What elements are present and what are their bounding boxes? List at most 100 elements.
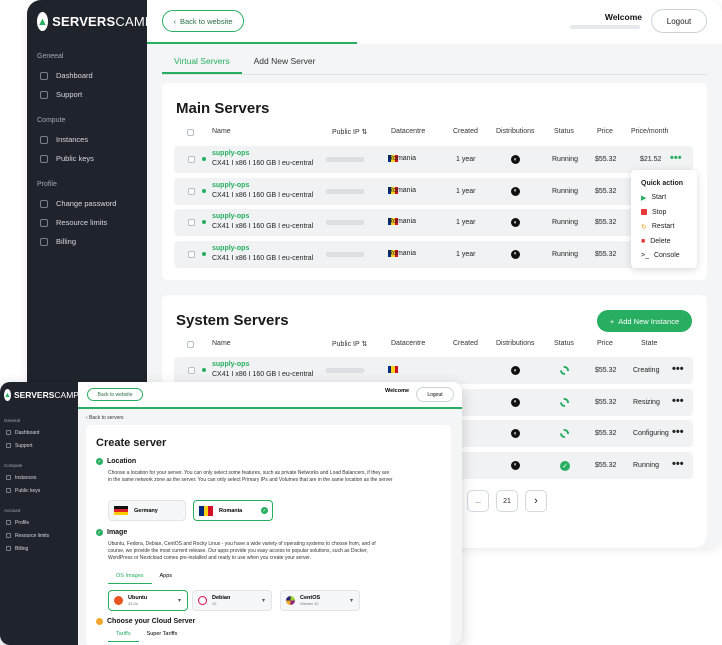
- price: $55.32: [595, 398, 617, 406]
- more-icon[interactable]: •••: [672, 458, 684, 470]
- select-all-system-checkbox[interactable]: [187, 341, 194, 348]
- header-datacentre: Datacentre: [391, 340, 426, 347]
- distribution-icon: ◐: [511, 249, 520, 259]
- header-status: Status: [554, 128, 574, 135]
- table-row[interactable]: supply-ops CX41 I x86 I 160 GB I eu-cent…: [174, 177, 693, 205]
- image-tabs: OS Images Apps: [108, 573, 180, 584]
- server-name[interactable]: supply-ops: [212, 150, 249, 157]
- romania-flag-icon: [388, 366, 398, 373]
- table-row[interactable]: supply-ops CX41 I x86 I 160 GB I eu-cent…: [174, 357, 693, 384]
- pagination-ellipsis[interactable]: ...: [467, 490, 489, 512]
- os-debian[interactable]: Debian 12 ▾: [192, 590, 272, 611]
- tab-tariffs[interactable]: Tariffs: [108, 631, 139, 642]
- sidebar-section-general: Geneeal: [37, 53, 64, 60]
- more-icon[interactable]: •••: [670, 152, 682, 164]
- server-spec: CX41 I x86 I 160 GB I eu-central: [212, 191, 314, 199]
- table-row[interactable]: supply-ops CX41 I x86 I 160 GB I eu-cent…: [174, 209, 693, 236]
- cloud-tabs: Tariffs Super Tariffs: [108, 631, 185, 642]
- tab-add-new-server[interactable]: Add New Server: [242, 56, 328, 74]
- server-name[interactable]: supply-ops: [212, 245, 249, 252]
- more-icon[interactable]: •••: [672, 426, 684, 438]
- status: Running: [552, 250, 579, 258]
- row-checkbox[interactable]: [188, 250, 195, 258]
- sidebar-item-change-password[interactable]: Change password: [27, 194, 147, 213]
- inner-brand[interactable]: ▲ SERVERS CAMP: [0, 382, 79, 401]
- check-icon: ✓: [560, 460, 570, 471]
- select-all-checkbox[interactable]: [187, 129, 194, 136]
- inner-item-public-keys[interactable]: Public keys: [0, 484, 78, 497]
- price: $55.32: [595, 219, 617, 226]
- location-description: Choose a location for your server. You c…: [108, 470, 393, 484]
- profile-icon: [6, 520, 11, 525]
- more-icon[interactable]: •••: [672, 395, 684, 407]
- server-name[interactable]: supply-ops: [212, 213, 249, 220]
- inner-item-support[interactable]: Support: [0, 439, 78, 452]
- brand[interactable]: ▲ SERVERSCAMP: [27, 0, 154, 31]
- dashboard-icon: [6, 430, 11, 435]
- ip-address: [326, 188, 364, 194]
- brand-name: SERVERSCAMP: [52, 14, 154, 29]
- topbar-progress: [147, 42, 357, 44]
- header-public-ip[interactable]: Public IP ⇅: [332, 340, 367, 348]
- location-romania[interactable]: Romania ✓: [193, 500, 273, 521]
- row-checkbox[interactable]: [188, 367, 195, 374]
- tab-os-images[interactable]: OS Images: [108, 573, 152, 584]
- sidebar-item-public-keys[interactable]: Public keys: [27, 149, 147, 168]
- sidebar-item-resource-limits[interactable]: Resource limits: [27, 213, 147, 232]
- inner-back-button[interactable]: Back to website: [87, 388, 143, 401]
- chevron-down-icon: ▾: [349, 598, 353, 604]
- logout-button[interactable]: Logout: [651, 9, 707, 33]
- sidebar-item-dashboard[interactable]: Dashboard: [27, 66, 147, 85]
- distribution-icon: ◐: [511, 218, 520, 227]
- germany-flag-icon: [114, 505, 128, 516]
- sidebar-section-compute: Compute: [37, 117, 66, 124]
- chevron-down-icon: ▾: [177, 598, 181, 604]
- inner-item-resource-limits[interactable]: Resource limits: [0, 529, 78, 542]
- table-row[interactable]: supply-ops CX41 I x86 I 160 GB I eu-cent…: [174, 146, 693, 173]
- inner-sidebar: ▲ SERVERS CAMP General Dashboard Support C…: [0, 382, 79, 645]
- instances-icon: [40, 135, 48, 144]
- row-checkbox[interactable]: [188, 187, 195, 195]
- header-distributions: Distributions: [496, 128, 535, 135]
- header-public-ip[interactable]: Public IP ⇅: [332, 128, 367, 136]
- more-icon[interactable]: •••: [672, 363, 684, 375]
- ip-address: [326, 157, 364, 162]
- inner-item-dashboard[interactable]: Dashboard: [0, 426, 78, 439]
- header-created: Created: [453, 340, 478, 347]
- add-new-instance-button[interactable]: + Add New Instance: [597, 310, 692, 332]
- tab-virtual-servers[interactable]: Virtual Servers: [162, 56, 242, 74]
- tab-super-tariffs[interactable]: Super Tariffs: [139, 631, 186, 642]
- console-action[interactable]: >_ Console: [641, 249, 697, 264]
- table-row[interactable]: supply-ops CX41 I x86 I 160 GB I eu-cent…: [174, 240, 693, 268]
- start-action[interactable]: ▶ Start: [641, 191, 697, 206]
- status: Running: [552, 219, 579, 226]
- location-germany[interactable]: Germany: [108, 500, 186, 521]
- sidebar-item-instances[interactable]: Instances: [27, 130, 147, 149]
- play-icon: ▶: [641, 194, 647, 202]
- stop-action[interactable]: Stop: [641, 205, 697, 220]
- pagination-next-button[interactable]: ›: [525, 490, 547, 512]
- os-centos[interactable]: CentOS Stream 10 ▾: [280, 590, 360, 611]
- status-dot: [202, 251, 206, 256]
- status-dot: [202, 188, 206, 193]
- breadcrumb[interactable]: ‹ Back to servers: [86, 415, 124, 421]
- tab-apps[interactable]: Apps: [152, 573, 181, 584]
- header-state: State: [641, 340, 658, 347]
- restart-icon: ↻: [641, 223, 647, 231]
- distribution-icon: ◐: [511, 366, 520, 375]
- back-to-website-button[interactable]: ‹ Back to website: [162, 10, 244, 32]
- os-ubuntu[interactable]: Ubuntu 24.04 ▾: [108, 590, 188, 611]
- inner-logout-button[interactable]: Logout: [416, 387, 454, 402]
- inner-item-billing[interactable]: Billing: [0, 542, 78, 555]
- row-checkbox[interactable]: [188, 219, 195, 226]
- sidebar-item-billing[interactable]: Billing: [27, 232, 147, 251]
- row-checkbox[interactable]: [188, 156, 195, 163]
- pagination-page-last[interactable]: 21: [496, 490, 518, 512]
- server-name[interactable]: supply-ops: [212, 361, 249, 368]
- server-name[interactable]: supply-ops: [212, 182, 249, 189]
- inner-item-instances[interactable]: Instances: [0, 471, 78, 484]
- restart-action[interactable]: ↻ Restart: [641, 220, 697, 235]
- sidebar-item-support[interactable]: Support: [27, 85, 147, 104]
- inner-item-profile[interactable]: Profile: [0, 516, 78, 529]
- delete-action[interactable]: ■ Delete: [641, 234, 697, 249]
